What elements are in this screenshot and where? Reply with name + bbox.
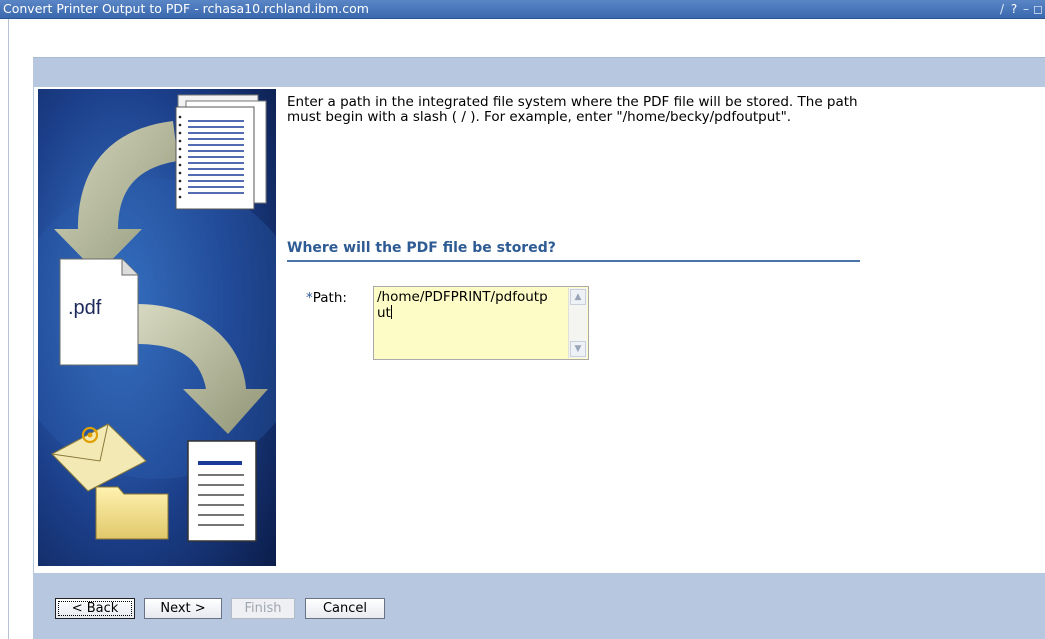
section-heading: Where will the PDF file be stored? <box>287 240 860 262</box>
path-value[interactable]: /home/PDFPRINT/pdfoutput <box>377 289 553 321</box>
next-button[interactable]: Next > <box>144 598 222 619</box>
minimize-icon[interactable]: – <box>1021 0 1031 18</box>
pdf-document-icon: .pdf <box>59 258 139 366</box>
path-label-text: Path: <box>312 290 347 306</box>
instructions-text: Enter a path in the integrated file syst… <box>287 94 858 125</box>
text-caret <box>390 305 392 319</box>
path-scrollbar[interactable]: ▲ ▼ <box>568 288 587 358</box>
wizard-header-band <box>33 57 1045 88</box>
pdf-file-label: .pdf <box>68 297 102 319</box>
finish-button[interactable]: Finish <box>231 598 295 619</box>
back-button[interactable]: < Back <box>55 598 135 619</box>
window-title: Convert Printer Output to PDF - rchasa10… <box>3 1 369 16</box>
path-textarea[interactable]: /home/PDFPRINT/pdfoutput ▲ ▼ <box>373 286 589 360</box>
folder-icon <box>95 486 169 540</box>
wizard-illustration: .pdf <box>38 89 276 566</box>
scroll-down-icon[interactable]: ▼ <box>570 341 586 357</box>
restore-icon[interactable]: ◻ <box>1033 0 1043 18</box>
edit-icon[interactable]: / <box>997 0 1007 18</box>
help-icon[interactable]: ? <box>1009 0 1019 18</box>
scroll-up-icon[interactable]: ▲ <box>570 289 586 305</box>
document-stack-icon <box>175 94 267 210</box>
window-controls: / ? – ◻ <box>997 0 1045 18</box>
cancel-button[interactable]: Cancel <box>305 598 385 619</box>
text-document-icon <box>187 440 257 542</box>
required-marker: * <box>306 290 313 306</box>
window-title-bar: Convert Printer Output to PDF - rchasa10… <box>0 0 1045 19</box>
path-label: *Path: <box>306 290 347 306</box>
